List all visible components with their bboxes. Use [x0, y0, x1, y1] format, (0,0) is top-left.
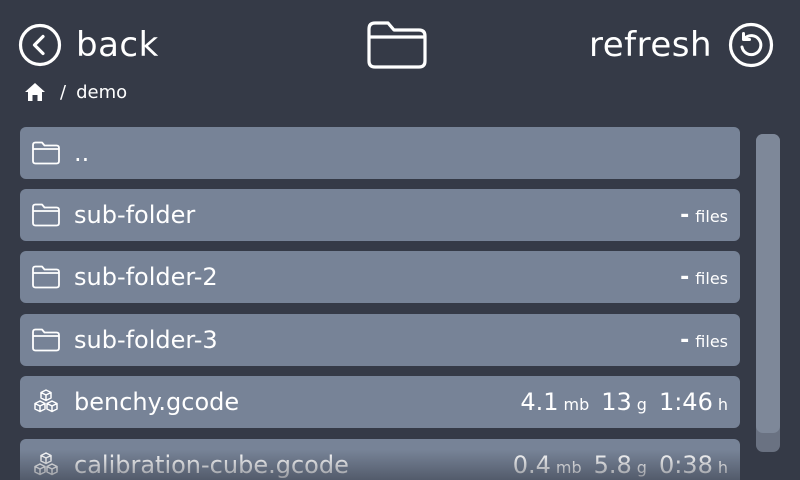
file-count: - files	[680, 203, 728, 228]
scrollbar-thumb[interactable]	[756, 134, 780, 433]
list-item[interactable]: sub-folder-3 - files	[20, 314, 740, 366]
print-time-unit: h	[717, 395, 728, 414]
refresh-circle-icon	[728, 22, 774, 68]
list-item[interactable]: benchy.gcode 4.1 mb 13 g 1:46 h	[20, 376, 740, 428]
home-icon[interactable]	[24, 82, 46, 102]
folder-icon	[32, 141, 60, 165]
file-size-unit: mb	[555, 458, 582, 477]
filament-weight-unit: g	[636, 395, 647, 414]
refresh-label: refresh	[588, 25, 712, 65]
folder-icon	[32, 328, 60, 352]
header: back refresh	[0, 0, 800, 90]
cubes-icon	[34, 389, 58, 413]
list-item[interactable]: sub-folder-2 - files	[20, 251, 740, 303]
file-name: sub-folder-3	[74, 326, 218, 354]
folder-icon	[32, 265, 60, 289]
filament-weight-unit: g	[636, 458, 647, 477]
file-size: 0.4	[512, 451, 551, 479]
filament-weight: 13	[601, 388, 632, 416]
file-count-unit: files	[695, 268, 728, 288]
file-name: calibration-cube.gcode	[74, 451, 349, 479]
scrollbar[interactable]	[756, 134, 780, 452]
file-name: benchy.gcode	[74, 388, 240, 416]
cubes-icon	[34, 452, 58, 476]
file-count: - files	[680, 265, 728, 290]
folder-icon	[32, 203, 60, 227]
back-button[interactable]: back	[18, 23, 159, 67]
file-size-unit: mb	[563, 395, 590, 414]
file-count-value: -	[680, 202, 690, 228]
list-item[interactable]: sub-folder - files	[20, 189, 740, 241]
file-name: sub-folder-2	[74, 263, 218, 291]
print-time: 0:38	[658, 451, 713, 479]
chevron-left-circle-icon	[18, 23, 62, 67]
folder-icon	[367, 21, 427, 69]
file-count-value: -	[680, 264, 690, 290]
list-item-parent-folder[interactable]: ..	[20, 127, 740, 179]
file-size: 4.1	[520, 388, 559, 416]
file-count: - files	[680, 328, 728, 353]
file-meta: 4.1 mb 13 g 1:46 h	[520, 388, 728, 416]
print-time-unit: h	[717, 458, 728, 477]
file-name: ..	[74, 139, 90, 167]
file-count-unit: files	[695, 331, 728, 351]
file-name: sub-folder	[74, 201, 196, 229]
file-count-unit: files	[695, 206, 728, 226]
back-label: back	[76, 25, 159, 65]
breadcrumb-separator: /	[60, 81, 67, 103]
breadcrumb: / demo	[24, 80, 127, 104]
file-list: .. sub-folder - files sub-folder-2 - fil…	[20, 127, 740, 480]
refresh-button[interactable]: refresh	[588, 22, 774, 68]
list-item[interactable]: calibration-cube.gcode 0.4 mb 5.8 g 0:38…	[20, 439, 740, 480]
print-time: 1:46	[658, 388, 713, 416]
file-meta: 0.4 mb 5.8 g 0:38 h	[513, 451, 728, 479]
filament-weight: 5.8	[593, 451, 632, 479]
breadcrumb-current[interactable]: demo	[76, 82, 127, 103]
file-count-value: -	[680, 327, 690, 353]
